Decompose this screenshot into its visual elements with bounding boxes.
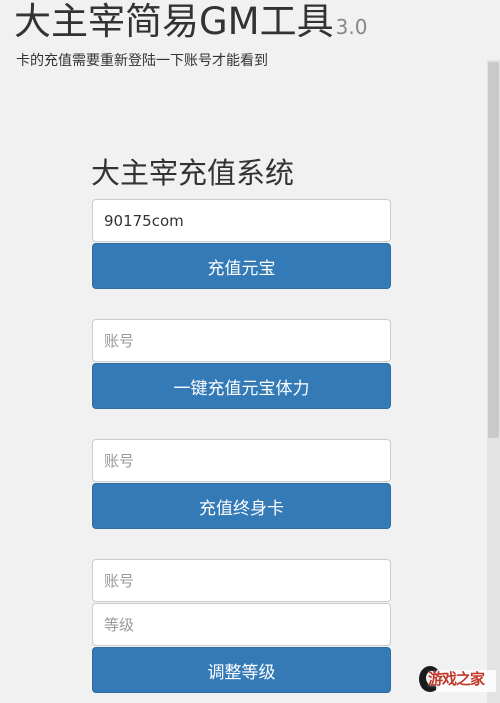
version-label: 3.0 (335, 15, 368, 39)
recharge-notice: 卡的充值需要重新登陆一下账号才能看到 (16, 53, 268, 69)
oneclick-recharge-button[interactable]: 一键充值元宝体力 (92, 363, 391, 409)
lifetime-card-account-input[interactable] (92, 439, 391, 482)
site-logo-watermark: 游戏之家 (416, 660, 498, 696)
page-title: 大主宰简易GM工具 3.0 (14, 0, 367, 49)
yuanbao-account-input[interactable] (92, 199, 391, 242)
oneclick-account-input[interactable] (92, 319, 391, 362)
adjust-level-button[interactable]: 调整等级 (92, 647, 391, 693)
form-title: 大主宰充值系统 (91, 156, 295, 190)
level-account-input[interactable] (92, 559, 391, 602)
lifetime-card-button[interactable]: 充值终身卡 (92, 483, 391, 529)
scrollbar-thumb[interactable] (488, 62, 499, 438)
level-input[interactable] (92, 603, 391, 646)
recharge-yuanbao-button[interactable]: 充值元宝 (92, 243, 391, 289)
app-title: 大主宰简易GM工具 (14, 0, 334, 43)
logo-text: 游戏之家 (428, 670, 485, 688)
